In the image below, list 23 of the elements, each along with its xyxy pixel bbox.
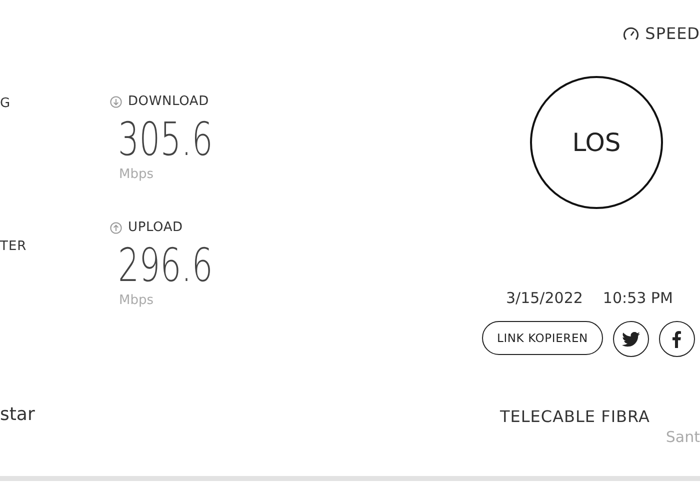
- copy-link-button[interactable]: LINK KOPIEREN: [482, 321, 603, 355]
- isp-name: star: [0, 404, 36, 425]
- metric-label: G: [0, 96, 12, 113]
- metric-label: UPLOAD: [128, 220, 183, 235]
- bird-icon: [622, 332, 640, 346]
- unit-label: Mbps: [119, 167, 154, 182]
- test-date: 3/15/2022: [506, 289, 583, 307]
- provider-location: Sant: [666, 428, 700, 446]
- speed-value: 305.6: [118, 113, 213, 165]
- down-arrow-icon: [110, 96, 122, 108]
- share-button[interactable]: [658, 321, 695, 357]
- f-letter-icon: [672, 330, 682, 348]
- brand-name: SPEED: [645, 24, 700, 42]
- up-arrow-icon: [110, 222, 122, 234]
- share-button[interactable]: [612, 321, 649, 357]
- metric-label: TER: [0, 239, 28, 256]
- gauge-icon: [623, 26, 640, 40]
- test-time: 10:53 PM: [602, 289, 673, 307]
- provider-name: TELECABLE FIBRA: [500, 407, 651, 426]
- speed-value: 296.6: [118, 239, 213, 291]
- unit-label: Mbps: [119, 293, 154, 308]
- go-button[interactable]: LOS: [530, 76, 663, 209]
- metric-label: DOWNLOAD: [128, 94, 209, 109]
